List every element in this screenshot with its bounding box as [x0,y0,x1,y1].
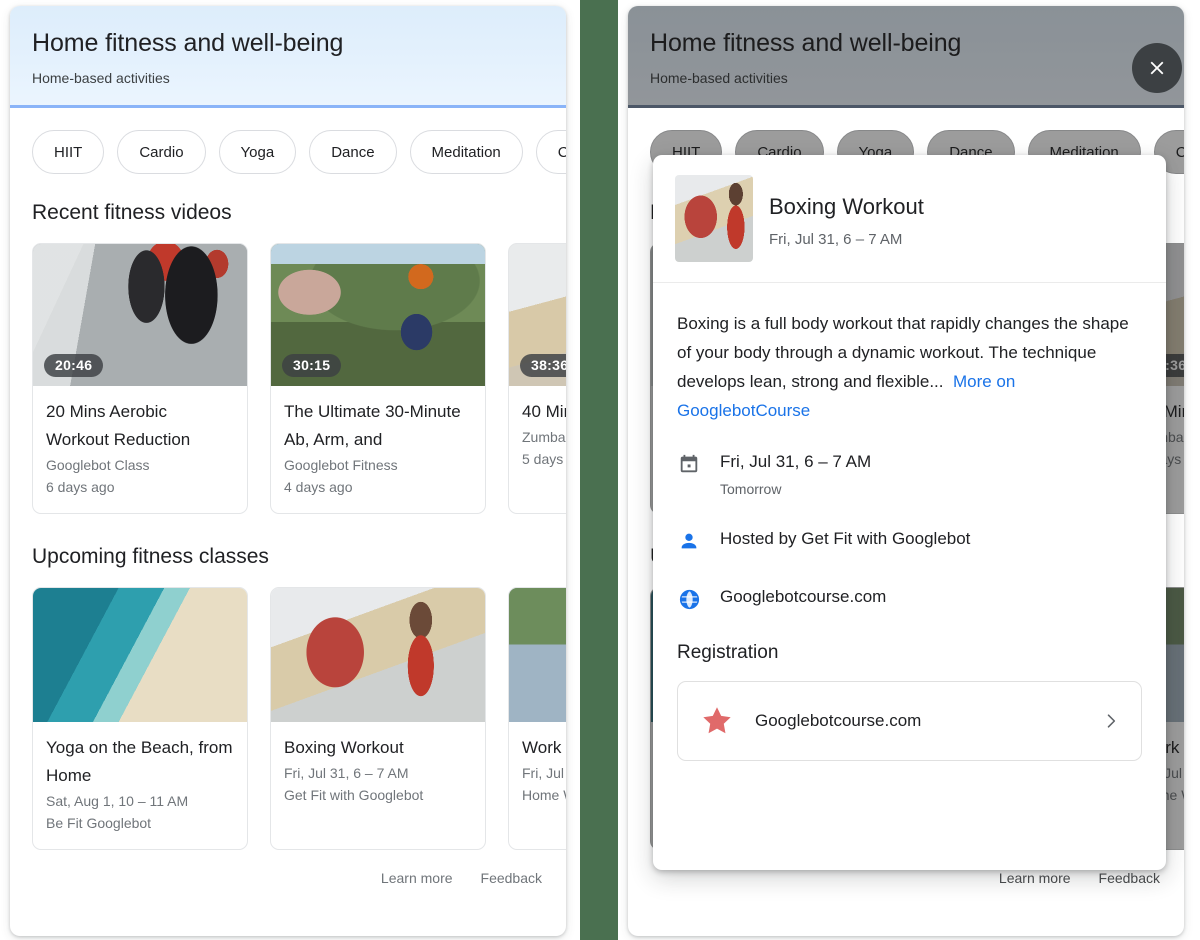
video-channel: Zumba [522,429,566,445]
event-description-block: Boxing is a full body workout that rapid… [677,309,1142,425]
modal-body: Boxing is a full body workout that rapid… [653,283,1166,761]
panel-header-dimmed: Home fitness and well-being Home-based a… [628,6,1184,108]
detail-website-main: Googlebotcourse.com [720,587,887,606]
video-title: 20 Mins Aerobic Workout Reduction [46,402,191,449]
panel-footer: Learn more Feedback [10,850,566,904]
chip-meditation[interactable]: Meditation [409,130,523,174]
class-card[interactable]: Boxing Workout Fri, Jul 31, 6 – 7 AM Get… [270,587,486,850]
registration-item-label: Googlebotcourse.com [755,711,922,730]
chip-cycling[interactable]: Cycling [535,130,566,174]
video-channel: Googlebot Fitness [284,457,398,473]
videos-card-row[interactable]: 20:46 20 Mins Aerobic Workout Reduction … [10,226,566,514]
feedback-link[interactable]: Feedback [481,870,542,886]
class-when: Fri, Jul 3 [522,765,566,781]
video-card[interactable]: 30:15 The Ultimate 30-Minute Ab, Arm, an… [270,243,486,514]
chevron-right-icon [1101,711,1121,731]
class-host: Home W [522,787,566,803]
video-duration-badge: 38:36 [520,354,566,377]
close-icon [1146,57,1168,79]
class-host: Get Fit with Googlebot [284,787,424,803]
video-channel: Googlebot Class [46,457,150,473]
class-thumbnail-court [509,588,566,722]
class-when: Sat, Aug 1, 10 – 11 AM [46,793,189,809]
person-icon [677,529,701,553]
registration-heading: Registration [677,642,779,663]
class-card[interactable]: Yoga on the Beach, from Home Sat, Aug 1,… [32,587,248,850]
chip-hiit[interactable]: HIIT [32,130,105,174]
video-card[interactable]: 38:36 40 Min Zumba 5 days a [508,243,566,514]
calendar-icon [677,452,701,476]
detail-row-website[interactable]: Googlebotcourse.com [677,586,1142,611]
video-duration-badge: 20:46 [44,354,104,377]
video-age: 4 days ago [284,479,353,495]
modal-header-text: Boxing Workout Fri, Jul 31, 6 – 7 AM [769,175,924,249]
page-subtitle: Home-based activities [32,70,170,86]
learn-more-link-dimmed: Learn more [998,870,1071,886]
detail-row-host: Hosted by Get Fit with Googlebot [677,528,1142,553]
modal-thumbnail-boxing [675,175,753,262]
classes-section-heading: Upcoming fitness classes [32,545,269,568]
chip-cardio[interactable]: Cardio [117,130,206,174]
globe-icon [677,587,701,611]
chip-dance[interactable]: Dance [309,130,397,174]
detail-row-date: Fri, Jul 31, 6 – 7 AM Tomorrow [677,451,1142,499]
page-subtitle-dimmed: Home-based activities [650,70,788,86]
knowledge-panel-left: Home fitness and well-being Home-based a… [10,6,566,936]
event-description: Boxing is a full body workout that rapid… [677,314,1129,391]
video-title: 40 Min [522,402,566,421]
videos-section-heading: Recent fitness videos [32,201,232,224]
video-age: 5 days a [522,451,566,467]
video-thumbnail-boxing: 38:36 [509,244,566,386]
video-title: The Ultimate 30-Minute Ab, Arm, and [284,402,461,449]
panel-header: Home fitness and well-being Home-based a… [10,6,566,108]
video-card-body: The Ultimate 30-Minute Ab, Arm, and Goog… [271,386,485,513]
page-title-dimmed: Home fitness and well-being [650,29,962,57]
class-title: Boxing Workout [284,738,404,757]
classes-card-row[interactable]: Yoga on the Beach, from Home Sat, Aug 1,… [10,570,566,850]
video-card-body: 20 Mins Aerobic Workout Reduction Google… [33,386,247,513]
class-card[interactable]: Work O Home Fri, Jul 3 Home W [508,587,566,850]
modal-when-short: Fri, Jul 31, 6 – 7 AM [769,231,903,248]
detail-date-sub: Tomorrow [720,481,782,497]
video-card[interactable]: 20:46 20 Mins Aerobic Workout Reduction … [32,243,248,514]
star-icon [700,704,734,738]
category-chip-row[interactable]: HIIT Cardio Yoga Dance Meditation Cyclin… [10,108,566,174]
page-title: Home fitness and well-being [32,29,344,57]
video-duration-badge: 30:15 [282,354,342,377]
close-button[interactable] [1132,43,1182,93]
detail-website-text: Googlebotcourse.com [720,586,886,608]
class-card-body: Boxing Workout Fri, Jul 31, 6 – 7 AM Get… [271,722,485,821]
class-when: Fri, Jul 31, 6 – 7 AM [284,765,409,781]
class-title: Yoga on the Beach, from Home [46,738,233,785]
video-age: 6 days ago [46,479,115,495]
event-detail-modal: Boxing Workout Fri, Jul 31, 6 – 7 AM Box… [653,155,1166,870]
class-host: Be Fit Googlebot [46,815,152,831]
detail-date-main: Fri, Jul 31, 6 – 7 AM [720,452,872,471]
video-thumbnail-cycling: 20:46 [33,244,247,386]
feedback-link-dimmed: Feedback [1098,870,1160,886]
detail-host-text: Hosted by Get Fit with Googlebot [720,528,970,550]
modal-screen-right: Home fitness and well-being Home-based a… [620,0,1200,940]
screenshot-root: Home fitness and well-being Home-based a… [0,0,1200,940]
video-card-body: 40 Min Zumba 5 days a [509,386,566,485]
modal-title: Boxing Workout [769,194,924,219]
class-thumbnail-boxing [271,588,485,722]
class-card-body: Yoga on the Beach, from Home Sat, Aug 1,… [33,722,247,849]
video-thumbnail-basketball: 30:15 [271,244,485,386]
registration-item[interactable]: Googlebotcourse.com [677,681,1142,761]
class-thumbnail-beach [33,588,247,722]
panel-divider-strip [578,0,620,940]
detail-host-main: Hosted by Get Fit with Googlebot [720,529,971,548]
event-detail-list: Fri, Jul 31, 6 – 7 AM Tomorrow Hosted by… [677,451,1142,611]
class-card-body: Work O Home Fri, Jul 3 Home W [509,722,566,821]
detail-date-text: Fri, Jul 31, 6 – 7 AM Tomorrow [720,451,871,499]
chip-yoga[interactable]: Yoga [218,130,297,174]
modal-header: Boxing Workout Fri, Jul 31, 6 – 7 AM [653,155,1166,283]
learn-more-link[interactable]: Learn more [381,870,453,886]
class-title: Work O Home [522,738,566,757]
